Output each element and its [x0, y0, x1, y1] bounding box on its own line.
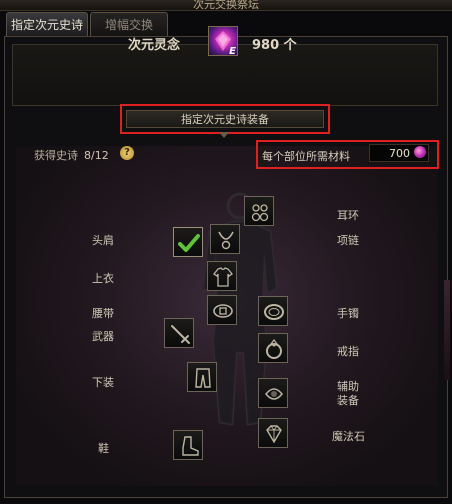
slot-necklace[interactable] — [210, 224, 240, 254]
earring-icon — [251, 204, 269, 222]
label-head-shoulder: 头肩 — [92, 234, 114, 247]
material-gem-icon — [414, 146, 426, 158]
label-earring: 耳环 — [337, 209, 359, 222]
slot-shoes[interactable] — [173, 430, 203, 460]
slot-bracelet[interactable] — [258, 296, 288, 326]
slot-magic-stone[interactable] — [258, 418, 288, 448]
checkmark-icon — [178, 234, 200, 252]
tab-amplify-exchange[interactable]: 增幅交换 — [90, 12, 168, 36]
label-weapon: 武器 — [92, 330, 114, 343]
label-belt: 腰带 — [92, 307, 114, 320]
ring-icon — [266, 339, 282, 359]
tab-designated-epic[interactable]: 指定次元史诗 — [6, 12, 88, 36]
window-titlebar: 次元交换祭坛 — [0, 0, 452, 11]
label-necklace: 项链 — [337, 234, 359, 247]
label-magic-stone: 魔法石 — [332, 430, 365, 443]
slot-support-equipment[interactable] — [258, 378, 288, 408]
shirt-icon — [213, 267, 233, 287]
label-support-equipment: 辅助 装备 — [337, 380, 359, 408]
slot-top[interactable] — [207, 261, 237, 291]
boot-icon — [182, 436, 199, 456]
help-icon[interactable]: ? — [120, 146, 134, 160]
belt-icon — [213, 304, 233, 318]
tab-pointer-icon — [219, 132, 229, 138]
sword-icon — [171, 325, 190, 344]
dimension-essence-item-icon[interactable]: E — [208, 26, 238, 57]
slot-belt[interactable] — [207, 295, 237, 325]
obtained-epic-status: 获得史诗 8/12 — [34, 147, 109, 163]
bracelet-icon — [264, 304, 284, 320]
per-part-material-value: 700 — [389, 147, 410, 160]
label-shoes: 鞋 — [98, 442, 109, 455]
obtained-label: 获得史诗 — [34, 149, 78, 162]
slot-weapon[interactable] — [164, 318, 194, 348]
currency-count: 980 个 — [252, 38, 297, 53]
label-support-line2: 装备 — [337, 394, 359, 407]
slot-earring[interactable] — [244, 196, 274, 226]
label-ring: 戒指 — [337, 345, 359, 358]
designated-epic-equipment-tab-highlight: 指定次元史诗装备 — [120, 104, 330, 134]
pants-icon — [195, 368, 211, 388]
label-bracelet: 手镯 — [337, 307, 359, 320]
currency-label: 次元灵念 — [128, 38, 181, 53]
slot-ring[interactable] — [258, 333, 288, 363]
designated-epic-equipment-tab[interactable]: 指定次元史诗装备 — [126, 110, 324, 128]
window-title: 次元交换祭坛 — [193, 0, 259, 11]
diamond-icon — [266, 425, 282, 444]
slot-head-shoulder[interactable] — [173, 227, 203, 257]
slot-pants[interactable] — [187, 362, 217, 392]
label-top: 上衣 — [92, 272, 114, 285]
necklace-icon — [218, 231, 234, 250]
support-equipment-icon — [265, 388, 283, 400]
item-badge: E — [229, 46, 236, 57]
per-part-material-label: 每个部位所需材料 — [262, 150, 350, 163]
side-decoration — [444, 280, 450, 380]
obtained-count: 8/12 — [84, 149, 109, 162]
label-support-line1: 辅助 — [337, 380, 359, 393]
label-pants: 下装 — [92, 376, 114, 389]
